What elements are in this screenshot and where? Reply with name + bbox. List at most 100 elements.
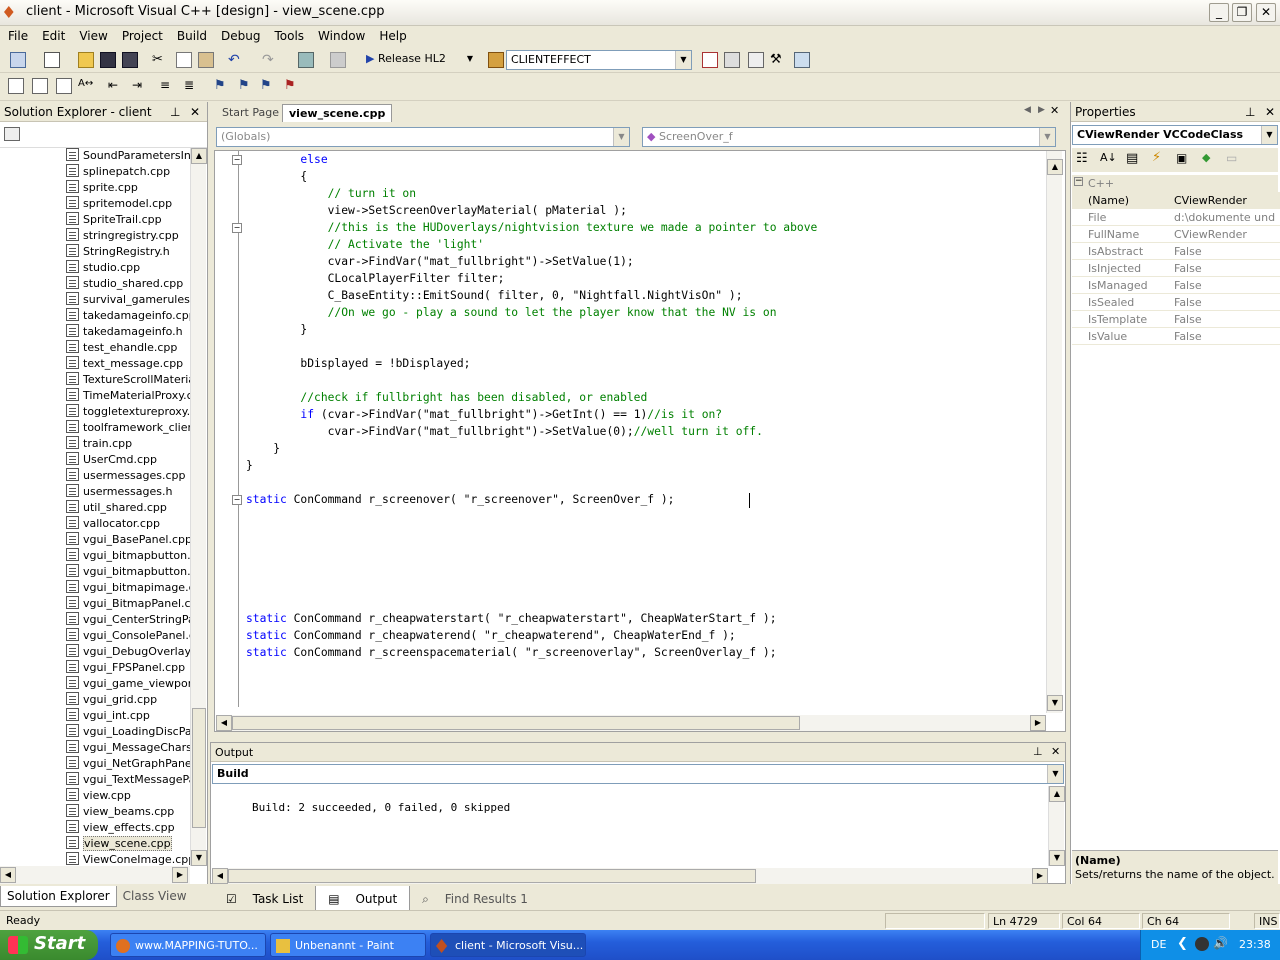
tree-file-item[interactable]: vgui_NetGraphPanel.c [66,756,190,772]
tree-file-item[interactable]: sprite.cpp [66,180,190,196]
menu-file[interactable]: File [0,26,34,43]
scroll-right-icon[interactable]: ▶ [1032,868,1048,884]
open-folder-icon[interactable] [78,52,94,68]
tree-file-item[interactable]: vgui_grid.cpp [66,692,190,708]
tab-view-scene[interactable]: view_scene.cpp [282,104,393,122]
tree-file-item[interactable]: view.cpp [66,788,190,804]
tree-file-item[interactable]: TimeMaterialProxy.cpp [66,388,190,404]
tray-expand-icon[interactable]: ❮ [1177,936,1188,951]
scroll-up-icon[interactable]: ▲ [1047,159,1063,175]
taskbar-button-browser[interactable]: www.MAPPING-TUTO... [110,933,266,957]
comment-icon[interactable]: ≡ [160,78,176,94]
scroll-thumb[interactable] [232,716,800,730]
tree-file-item[interactable]: UserCmd.cpp [66,452,190,468]
steam-icon[interactable] [1195,937,1209,951]
bookmark-clear-icon[interactable]: ⚑ [284,78,300,94]
tree-file-item[interactable]: studio.cpp [66,260,190,276]
property-row[interactable]: IsTemplate False [1072,311,1280,328]
tree-file-item[interactable]: vgui_DebugOverlayPa [66,644,190,660]
tree-file-item[interactable]: stringregistry.cpp [66,228,190,244]
tree-file-item[interactable]: vgui_game_viewport. [66,676,190,692]
config-combo[interactable]: ▶ Release HL2 ▼ [362,50,478,70]
properties-object-combo[interactable]: CViewRender VCCodeClass ▼ [1072,125,1278,145]
paste-icon[interactable] [198,52,214,68]
tree-file-item[interactable]: vallocator.cpp [66,516,190,532]
property-row[interactable]: IsAbstract False [1072,243,1280,260]
property-row[interactable]: File d:\dokumente und ein [1072,209,1280,226]
close-icon[interactable]: ✕ [1265,105,1275,119]
tree-file-item[interactable]: vgui_CenterStringPan [66,612,190,628]
tree-file-item[interactable]: vgui_bitmapbutton.h [66,564,190,580]
solution-vscrollbar[interactable]: ▲ ▼ [190,148,207,866]
tree-file-item[interactable]: vgui_bitmapimage.cpp [66,580,190,596]
tree-file-item[interactable]: takedamageinfo.cpp [66,308,190,324]
tree-file-item[interactable]: vgui_BasePanel.cpp [66,532,190,548]
solution-explorer-icon[interactable] [702,52,718,68]
scroll-down-icon[interactable]: ▼ [191,850,207,866]
language-indicator[interactable]: DE [1151,938,1166,951]
navigate-forward-icon[interactable] [330,52,346,68]
tree-file-item[interactable]: spritemodel.cpp [66,196,190,212]
tree-file-item[interactable]: TextureScrollMaterialP [66,372,190,388]
start-button[interactable]: Start [0,930,98,960]
tree-file-item[interactable]: train.cpp [66,436,190,452]
tree-file-item[interactable]: takedamageinfo.h [66,324,190,340]
alphabetical-icon[interactable]: A↓ [1100,151,1117,164]
close-icon[interactable]: ✕ [1051,745,1060,758]
tree-file-item[interactable]: vgui_FPSPanel.cpp [66,660,190,676]
close-icon[interactable]: ✕ [1050,104,1059,117]
tree-file-item[interactable]: StringRegistry.h [66,244,190,260]
properties-view-icon[interactable]: ▤ [1126,151,1138,166]
property-row[interactable]: IsInjected False [1072,260,1280,277]
tree-file-item[interactable]: usermessages.h [66,484,190,500]
tree-file-item[interactable]: survival_gamerules.cp [66,292,190,308]
project-combo[interactable]: CLIENTEFFECT ▼ [506,50,692,70]
tree-file-item[interactable]: splinepatch.cpp [66,164,190,180]
clock[interactable]: 23:38 [1239,938,1271,951]
parameter-info-icon[interactable] [32,78,48,94]
property-pages-icon[interactable]: ▣ [1176,151,1187,165]
pin-icon[interactable]: ⊥ [1033,745,1043,758]
tools-icon[interactable]: ⚒ [770,52,786,68]
minimize-button[interactable]: _ [1209,3,1229,22]
scroll-left-icon[interactable]: ◀ [0,867,16,883]
properties-category[interactable]: − C++ [1072,175,1278,192]
scroll-left-icon[interactable]: ◀ [212,868,228,884]
find-icon[interactable] [488,52,504,68]
editor-vscrollbar[interactable]: ▲ ▼ [1046,151,1063,713]
volume-icon[interactable]: 🔊 [1213,936,1228,950]
save-all-icon[interactable] [122,52,138,68]
tree-file-item[interactable]: vgui_BitmapPanel.cpp [66,596,190,612]
properties-icon[interactable] [724,52,740,68]
tree-file-item[interactable]: toggletextureproxy.cp [66,404,190,420]
taskbar-button-vc[interactable]: client - Microsoft Visu... [430,933,586,957]
events-icon[interactable]: ⚡ [1152,150,1161,165]
tab-class-view[interactable]: Class View [117,886,193,906]
bookmark-prev-icon[interactable]: ⚑ [260,78,276,94]
complete-word-icon[interactable]: A↔ [78,78,94,94]
property-row[interactable]: IsValue False [1072,328,1280,345]
output-vscrollbar[interactable]: ▲ ▼ [1048,786,1065,866]
categorized-icon[interactable]: ☷ [1076,151,1088,166]
close-button[interactable]: ✕ [1256,3,1276,22]
scroll-right-icon[interactable]: ▶ [1030,715,1046,731]
scroll-left-icon[interactable]: ◀ [216,715,232,731]
pin-icon[interactable]: ⊥ [170,105,180,119]
maximize-button[interactable]: ❐ [1232,3,1252,22]
copy-icon[interactable] [176,52,192,68]
tree-file-item[interactable]: vgui_ConsolePanel.cp [66,628,190,644]
scroll-thumb[interactable] [228,869,756,883]
scroll-down-icon[interactable]: ▼ [1049,850,1065,866]
scroll-up-icon[interactable]: ▲ [191,148,207,164]
new-project-icon[interactable] [10,52,26,68]
tree-file-item[interactable]: SpriteTrail.cpp [66,212,190,228]
tree-file-item[interactable]: view_effects.cpp [66,820,190,836]
tab-find-results[interactable]: ⌕ Find Results 1 [410,886,540,913]
property-row[interactable]: IsManaged False [1072,277,1280,294]
uncomment-icon[interactable]: ≣ [184,78,200,94]
tree-file-item[interactable]: view_beams.cpp [66,804,190,820]
tab-solution-explorer[interactable]: Solution Explorer [0,886,117,907]
taskbar-button-paint[interactable]: Unbenannt - Paint [270,933,426,957]
properties-icon[interactable] [4,127,20,141]
save-icon[interactable] [100,52,116,68]
